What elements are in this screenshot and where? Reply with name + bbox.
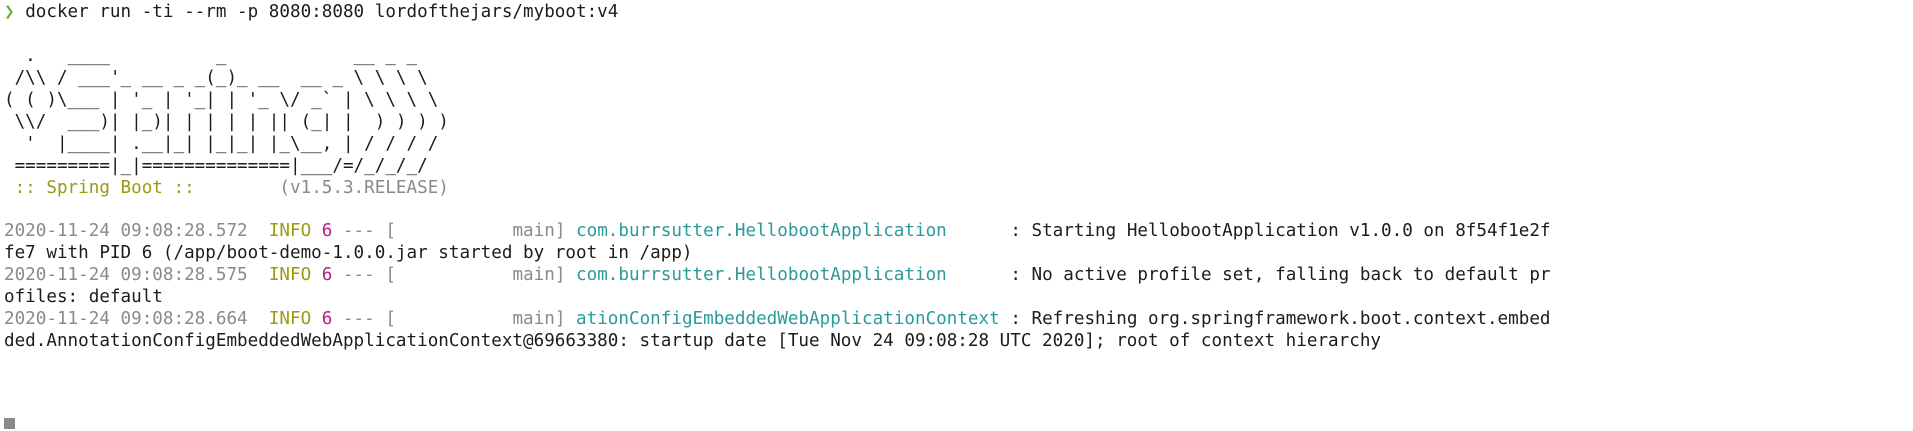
log-logger-padding <box>947 221 1011 241</box>
prompt-arrow-icon: ❯ <box>4 2 15 22</box>
log-line: 2020-11-24 09:08:28.575 INFO 6 --- [ mai… <box>4 264 1551 286</box>
spring-boot-version-line: :: Spring Boot :: (v1.5.3.RELEASE) <box>4 177 449 199</box>
log-separator: --- <box>342 221 375 241</box>
log-logger: com.burrsutter.HellobootApplication <box>576 265 947 285</box>
command-line: ❯ docker run -ti --rm -p 8080:8080 lordo… <box>4 1 618 23</box>
log-timestamp: 2020-11-24 09:08:28.664 <box>4 309 248 329</box>
log-line-wrap: fe7 with PID 6 (/app/boot-demo-1.0.0.jar… <box>4 243 693 263</box>
log-thread: [ main] <box>385 221 566 241</box>
log-logger: com.burrsutter.HellobootApplication <box>576 221 947 241</box>
spring-boot-label: :: Spring Boot :: <box>4 178 206 198</box>
terminal-window[interactable]: ❯ docker run -ti --rm -p 8080:8080 lordo… <box>0 0 1913 431</box>
log-pid: 6 <box>321 221 333 241</box>
log-level: INFO <box>268 265 312 285</box>
banner-line: ( ( )\___ | '_ | '_| | '_ \/ _` | \ \ \ … <box>4 90 439 110</box>
log-line-wrap: ded.AnnotationConfigEmbeddedWebApplicati… <box>4 331 1382 351</box>
banner-line: . ____ _ __ _ _ <box>4 46 418 66</box>
log-pid: 6 <box>321 265 333 285</box>
log-separator: --- <box>342 265 375 285</box>
log-level: INFO <box>268 309 312 329</box>
banner-line: ' |____| .__|_| |_|_| |_\__, | / / / / <box>4 134 439 154</box>
log-timestamp: 2020-11-24 09:08:28.572 <box>4 221 248 241</box>
log-line: 2020-11-24 09:08:28.664 INFO 6 --- [ mai… <box>4 308 1551 330</box>
terminal-cursor <box>4 418 15 429</box>
command-text: docker run -ti --rm -p 8080:8080 lordoft… <box>25 2 619 22</box>
log-thread: [ main] <box>385 265 566 285</box>
log-separator: --- <box>342 309 375 329</box>
log-line: 2020-11-24 09:08:28.572 INFO 6 --- [ mai… <box>4 220 1551 242</box>
log-logger-padding <box>947 265 1011 285</box>
spring-boot-version: (v1.5.3.RELEASE) <box>205 178 449 198</box>
banner-line: =========|_|==============|___/=/_/_/_/ <box>4 156 428 176</box>
log-level: INFO <box>268 221 312 241</box>
banner-line: /\\ / ___'_ __ _ _(_)_ __ __ _ \ \ \ \ <box>4 68 428 88</box>
log-thread: [ main] <box>385 309 566 329</box>
log-pid: 6 <box>321 309 333 329</box>
log-line-wrap: ofiles: default <box>4 287 163 307</box>
banner-line: \\/ ___)| |_)| | | | | || (_| | ) ) ) ) <box>4 112 449 132</box>
log-timestamp: 2020-11-24 09:08:28.575 <box>4 265 248 285</box>
log-logger-padding <box>1000 309 1011 329</box>
log-message: : Starting HellobootApplication v1.0.0 o… <box>1010 221 1551 241</box>
log-message: : No active profile set, falling back to… <box>1010 265 1551 285</box>
log-message: : Refreshing org.springframework.boot.co… <box>1010 309 1551 329</box>
log-logger: ationConfigEmbeddedWebApplicationContext <box>576 309 1000 329</box>
